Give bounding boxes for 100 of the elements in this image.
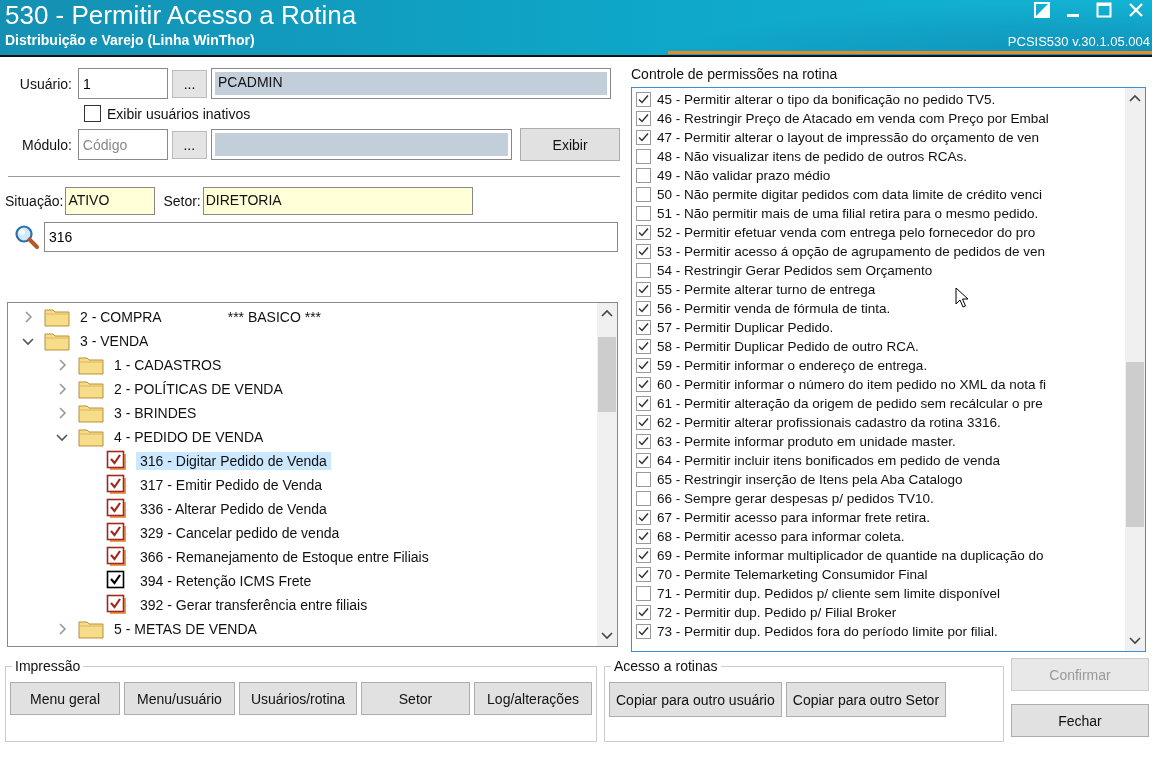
scroll-thumb[interactable] bbox=[598, 337, 616, 412]
checkbox[interactable] bbox=[636, 301, 651, 316]
checkbox[interactable] bbox=[636, 92, 651, 107]
checkbox[interactable] bbox=[84, 105, 101, 122]
permission-item[interactable]: 66 - Sempre gerar despesas p/ pedidos TV10. bbox=[657, 491, 934, 506]
checkbox[interactable] bbox=[636, 415, 651, 430]
checkbox[interactable] bbox=[636, 111, 651, 126]
permission-item[interactable]: 68 - Permitir acesso para informar coleta. bbox=[657, 529, 905, 544]
print-button[interactable]: Menu/usuário bbox=[124, 682, 235, 715]
checkbox[interactable] bbox=[636, 225, 651, 240]
checkbox[interactable] bbox=[106, 474, 128, 496]
permission-item[interactable]: 63 - Permite informar produto em unidade master. bbox=[657, 434, 956, 449]
tree-item[interactable]: 3 - BRINDES bbox=[110, 404, 201, 422]
permission-item[interactable]: 48 - Não visualizar itens de pedido de outros RCAs. bbox=[657, 149, 967, 164]
permission-item[interactable]: 56 - Permitir venda de fórmula de tinta. bbox=[657, 301, 891, 316]
copy-button[interactable]: Copiar para outro usuário bbox=[609, 682, 782, 717]
scroll-down-icon[interactable] bbox=[1129, 635, 1141, 645]
tree-item[interactable]: 394 - Retenção ICMS Frete bbox=[136, 572, 316, 590]
scroll-down-icon[interactable] bbox=[601, 630, 613, 640]
tree-item[interactable]: 316 - Digitar Pedido de Venda bbox=[136, 452, 331, 470]
checkbox[interactable] bbox=[636, 453, 651, 468]
checkbox[interactable] bbox=[636, 529, 651, 544]
checkbox[interactable] bbox=[106, 594, 128, 616]
permission-item[interactable]: 73 - Permitir dup. Pedidos fora do período limite por filial. bbox=[657, 624, 998, 639]
checkbox[interactable] bbox=[636, 320, 651, 335]
permission-item[interactable]: 60 - Permitir informar o número do item pedido no XML da nota fi bbox=[657, 377, 1046, 392]
expand-icon[interactable] bbox=[56, 383, 68, 395]
checkbox[interactable] bbox=[636, 434, 651, 449]
permission-item[interactable]: 49 - Não validar prazo médio bbox=[657, 168, 831, 183]
tree-item[interactable]: 366 - Remanejamento de Estoque entre Filiais bbox=[136, 548, 433, 566]
checkbox[interactable] bbox=[106, 522, 128, 544]
checkbox[interactable] bbox=[636, 244, 651, 259]
print-button[interactable]: Usuários/rotina bbox=[239, 682, 357, 715]
checkbox[interactable] bbox=[636, 130, 651, 145]
permission-item[interactable]: 70 - Permite Telemarketing Consumidor Final bbox=[657, 567, 928, 582]
tree-item[interactable]: 317 - Emitir Pedido de Venda bbox=[136, 476, 327, 494]
checkbox[interactable] bbox=[636, 396, 651, 411]
collapse-icon[interactable] bbox=[22, 335, 34, 347]
collapse-icon[interactable] bbox=[56, 431, 68, 443]
show-button[interactable]: Exibir bbox=[520, 128, 620, 161]
maximize-icon[interactable] bbox=[1096, 2, 1112, 18]
tree-item[interactable]: 5 - METAS DE VENDA bbox=[110, 620, 261, 638]
permission-item[interactable]: 51 - Não permitir mais de uma filial retira para o mesmo pedido. bbox=[657, 206, 1039, 221]
checkbox[interactable] bbox=[636, 567, 651, 582]
tree-item[interactable]: 329 - Cancelar pedido de venda bbox=[136, 524, 344, 542]
permission-item[interactable]: 55 - Permite alterar turno de entrega bbox=[657, 282, 876, 297]
checkbox[interactable] bbox=[636, 149, 651, 164]
lookup-button[interactable]: ... bbox=[172, 69, 207, 98]
tree-item[interactable]: 392 - Gerar transferência entre filiais bbox=[136, 596, 372, 614]
checkbox[interactable] bbox=[106, 546, 128, 568]
copy-button[interactable]: Copiar para outro Setor bbox=[785, 682, 947, 717]
checkbox[interactable] bbox=[636, 510, 651, 525]
checkbox[interactable] bbox=[636, 548, 651, 563]
checkbox[interactable] bbox=[636, 605, 651, 620]
checkbox-label[interactable]: Exibir usuários inativos bbox=[107, 105, 251, 122]
checkbox[interactable] bbox=[106, 450, 128, 472]
tree-item[interactable]: 2 - COMPRA bbox=[76, 308, 166, 326]
tree-item[interactable]: 2 - POLÍTICAS DE VENDA bbox=[110, 380, 287, 398]
expand-icon[interactable] bbox=[56, 407, 68, 419]
print-button[interactable]: Setor bbox=[361, 682, 470, 715]
permission-item[interactable]: 54 - Restringir Gerar Pedidos sem Orçamento bbox=[657, 263, 933, 278]
scroll-up-icon[interactable] bbox=[601, 309, 613, 319]
tree-item[interactable]: 1 - CADASTROS bbox=[110, 356, 226, 374]
checkbox[interactable] bbox=[636, 282, 651, 297]
tree-item[interactable]: 336 - Alterar Pedido de Venda bbox=[136, 500, 331, 518]
permission-item[interactable]: 69 - Permite informar multiplicador de quantide na duplicação do bbox=[657, 548, 1044, 563]
checkbox[interactable] bbox=[636, 624, 651, 639]
checkbox[interactable] bbox=[636, 491, 651, 506]
permission-item[interactable]: 46 - Restringir Preço de Atacado em venda com Preço por Embal bbox=[657, 111, 1049, 126]
expand-icon[interactable] bbox=[56, 359, 68, 371]
scroll-thumb[interactable] bbox=[1126, 362, 1144, 527]
checkbox[interactable] bbox=[636, 187, 651, 202]
permission-item[interactable]: 52 - Permitir efetuar venda com entrega pelo fornecedor do pro bbox=[657, 225, 1036, 240]
checkbox[interactable] bbox=[636, 263, 651, 278]
permission-item[interactable]: 53 - Permitir acesso á opção de agrupamento de pedidos de ven bbox=[657, 244, 1045, 259]
permission-item[interactable]: 65 - Restringir inserção de Itens pela Aba Catalogo bbox=[657, 472, 963, 487]
permission-item[interactable]: 45 - Permitir alterar o tipo da bonificação no pedido TV5. bbox=[657, 92, 996, 107]
permission-item[interactable]: 47 - Permitir alterar o layout de impressão do orçamento de ven bbox=[657, 130, 1039, 145]
permission-item[interactable]: 58 - Permitir Duplicar Pedido de outro RCA. bbox=[657, 339, 919, 354]
print-button[interactable]: Menu geral bbox=[10, 682, 120, 715]
print-button[interactable]: Log/alterações bbox=[474, 682, 592, 715]
checkbox[interactable] bbox=[636, 472, 651, 487]
permission-item[interactable]: 71 - Permitir dup. Pedidos p/ cliente sem limite disponível bbox=[657, 586, 1000, 601]
restore-icon[interactable] bbox=[1034, 2, 1050, 18]
action-button[interactable]: Fechar bbox=[1011, 704, 1149, 737]
checkbox[interactable] bbox=[636, 339, 651, 354]
checkbox[interactable] bbox=[636, 586, 651, 601]
checkbox[interactable] bbox=[636, 377, 651, 392]
checkbox[interactable] bbox=[106, 498, 128, 520]
search-field[interactable]: 316 bbox=[44, 222, 618, 252]
permission-item[interactable]: 64 - Permitir incluir itens bonificados em pedido de venda bbox=[657, 453, 1000, 468]
permission-item[interactable]: 62 - Permitir alterar profissionais cadastro da rotina 3316. bbox=[657, 415, 1001, 430]
tree-item[interactable]: 3 - VENDA bbox=[76, 332, 153, 350]
checkbox[interactable] bbox=[636, 206, 651, 221]
permission-item[interactable]: 57 - Permitir Duplicar Pedido. bbox=[657, 320, 834, 335]
permission-item[interactable]: 59 - Permitir informar o endereço de entrega. bbox=[657, 358, 928, 373]
permission-item[interactable]: 50 - Não permite digitar pedidos com data limite de crédito venci bbox=[657, 187, 1042, 202]
module-code-field[interactable]: Código bbox=[77, 129, 168, 160]
lookup-button[interactable]: ... bbox=[171, 130, 207, 159]
scrollbar[interactable] bbox=[597, 303, 617, 646]
